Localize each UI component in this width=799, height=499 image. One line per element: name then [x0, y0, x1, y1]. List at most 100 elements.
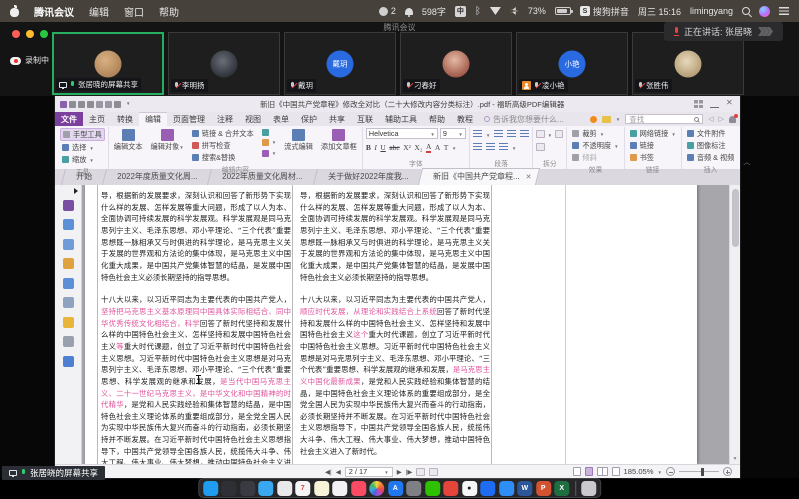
email-icon[interactable]: [87, 101, 94, 108]
dock-icon-finder[interactable]: [203, 481, 218, 496]
ribbon-collapse-icon[interactable]: ︿: [739, 155, 754, 169]
shear-button[interactable]: 倾斜: [570, 152, 620, 163]
bluetooth-icon[interactable]: ᛒ: [475, 6, 481, 17]
ribbon-tab-9[interactable]: 共享: [323, 112, 351, 126]
undo-icon[interactable]: [96, 101, 103, 108]
align-left-icon[interactable]: [494, 130, 503, 137]
comments-icon[interactable]: [63, 258, 74, 269]
bookmark-button[interactable]: 书签: [628, 152, 678, 163]
spotlight-search-icon[interactable]: [742, 7, 750, 15]
add-article-box-button[interactable]: 添加文章框: [319, 128, 359, 163]
redo-icon[interactable]: [105, 101, 112, 108]
crop-button[interactable]: 裁剪: [570, 128, 620, 139]
attachments-icon[interactable]: [63, 278, 74, 289]
font-family-select[interactable]: Helvetica: [366, 128, 438, 139]
document-tab-1[interactable]: 2022年度质量文化周...: [102, 169, 211, 185]
ribbon-tab-10[interactable]: 互联: [351, 112, 379, 126]
zoom-slider-handle[interactable]: [701, 468, 704, 476]
next-page-button[interactable]: ▶: [397, 468, 402, 476]
ribbon-tab-5[interactable]: 注释: [211, 112, 239, 126]
dock-icon-notes[interactable]: [314, 481, 329, 496]
weblink-button[interactable]: 网络链接: [628, 128, 678, 139]
input-method-icon[interactable]: 中: [455, 6, 466, 17]
participant-tile[interactable]: 张胜伟: [632, 32, 744, 95]
digital-signatures-icon[interactable]: [63, 297, 74, 308]
participant-tile[interactable]: 刁春好: [400, 32, 512, 95]
fullscreen-window-button[interactable]: [40, 30, 48, 38]
ribbon-tab-2[interactable]: 转换: [111, 112, 139, 126]
last-page-button[interactable]: |▶: [406, 468, 413, 476]
dock-icon-powerpoint[interactable]: P: [536, 481, 551, 496]
folder-icon[interactable]: [602, 116, 611, 123]
add-shape-button[interactable]: [260, 148, 278, 158]
page-thumbnails-icon[interactable]: [63, 219, 74, 230]
spellcheck-button[interactable]: 拼写检查: [190, 140, 256, 151]
dock-icon-wechat[interactable]: [425, 481, 440, 496]
notification-bell-icon[interactable]: [405, 8, 413, 15]
find-input[interactable]: 查找: [625, 114, 703, 124]
zoom-slider[interactable]: [679, 471, 719, 472]
ribbon-tab-8[interactable]: 保护: [295, 112, 323, 126]
split-horizontal-icon[interactable]: [536, 130, 544, 138]
find-previous-icon[interactable]: ◁: [708, 115, 713, 123]
account-icon[interactable]: [590, 116, 597, 123]
page-number-input[interactable]: 2 / 17: [345, 467, 393, 477]
reflow-edit-button[interactable]: 流式编辑: [282, 128, 315, 163]
ribbon-tab-12[interactable]: 帮助: [423, 112, 451, 126]
document-tab-0[interactable]: 开始: [61, 169, 106, 185]
quick-access-chevron-icon[interactable]: [126, 95, 130, 113]
image-annotation-button[interactable]: 图像标注: [685, 140, 737, 151]
menu-username[interactable]: limingyang: [690, 6, 733, 16]
bold-button[interactable]: B: [366, 143, 371, 152]
previous-page-button[interactable]: ◀: [336, 468, 341, 476]
panel-collapse-icon[interactable]: [74, 188, 78, 194]
layers-icon[interactable]: [63, 239, 74, 250]
dock-icon-safari[interactable]: [258, 481, 273, 496]
bullet-list-icon[interactable]: [473, 130, 482, 137]
dock-icon-launchpad[interactable]: [221, 481, 236, 496]
hand-tool-button[interactable]: 手型工具: [60, 128, 105, 141]
zoom-level[interactable]: 185.05%: [624, 467, 654, 476]
indent-decrease-icon[interactable]: [473, 143, 482, 150]
apple-menu-icon[interactable]: [10, 6, 19, 17]
ribbon-tab-1[interactable]: 主页: [83, 112, 111, 126]
dock-icon-word[interactable]: W: [517, 481, 532, 496]
open-folder-icon[interactable]: [60, 101, 67, 108]
tell-me-assistant[interactable]: 告诉我您想要什么...: [479, 112, 569, 126]
indent-increase-icon[interactable]: [486, 143, 495, 150]
dock-icon-photos[interactable]: [369, 481, 384, 496]
single-page-view-icon[interactable]: [573, 467, 581, 476]
dock-icon-qq[interactable]: ●: [462, 481, 477, 496]
dock-icon-netease-mail[interactable]: [443, 481, 458, 496]
siri-icon[interactable]: [759, 6, 770, 17]
line-spacing-icon[interactable]: [499, 143, 508, 150]
participant-tile[interactable]: 小艳凌小艳: [516, 32, 628, 95]
menu-item-window[interactable]: 窗口: [124, 4, 144, 19]
zoom-tool-button[interactable]: 缩放: [60, 154, 105, 165]
volume-icon[interactable]: [510, 7, 519, 15]
previous-view-icon[interactable]: [416, 468, 425, 476]
alert-bell-icon[interactable]: [729, 116, 736, 123]
minimize-icon[interactable]: [710, 100, 719, 108]
dock-icon-app-store[interactable]: A: [388, 481, 403, 496]
font-color-button[interactable]: A: [426, 142, 431, 153]
close-tab-icon[interactable]: ✕: [526, 174, 532, 181]
zoom-chevron-icon[interactable]: [658, 467, 662, 476]
document-tab-4[interactable]: 新旧《中国共产党章程...✕: [418, 168, 540, 185]
dock-icon-reminders[interactable]: [332, 481, 347, 496]
edit-object-button[interactable]: 编辑对象: [149, 128, 186, 163]
next-view-icon[interactable]: [429, 468, 438, 476]
superscript-button[interactable]: X²: [403, 143, 411, 152]
file-attachment-button[interactable]: 文件附件: [685, 128, 737, 139]
zoom-out-button[interactable]: [666, 467, 675, 476]
vertical-scrollbar[interactable]: ▼: [729, 185, 740, 464]
menu-clock[interactable]: 周三 15:16: [638, 5, 681, 18]
underline-button[interactable]: U: [380, 143, 385, 152]
text-style-button[interactable]: T: [444, 143, 449, 152]
align-right-icon[interactable]: [520, 130, 529, 137]
find-next-icon[interactable]: ▷: [719, 115, 724, 123]
security-icon[interactable]: [63, 317, 74, 328]
select-tool-button[interactable]: 选择: [60, 142, 105, 153]
scroll-down-arrow-icon[interactable]: ▼: [733, 456, 738, 462]
layout-grid-icon[interactable]: [694, 100, 703, 108]
